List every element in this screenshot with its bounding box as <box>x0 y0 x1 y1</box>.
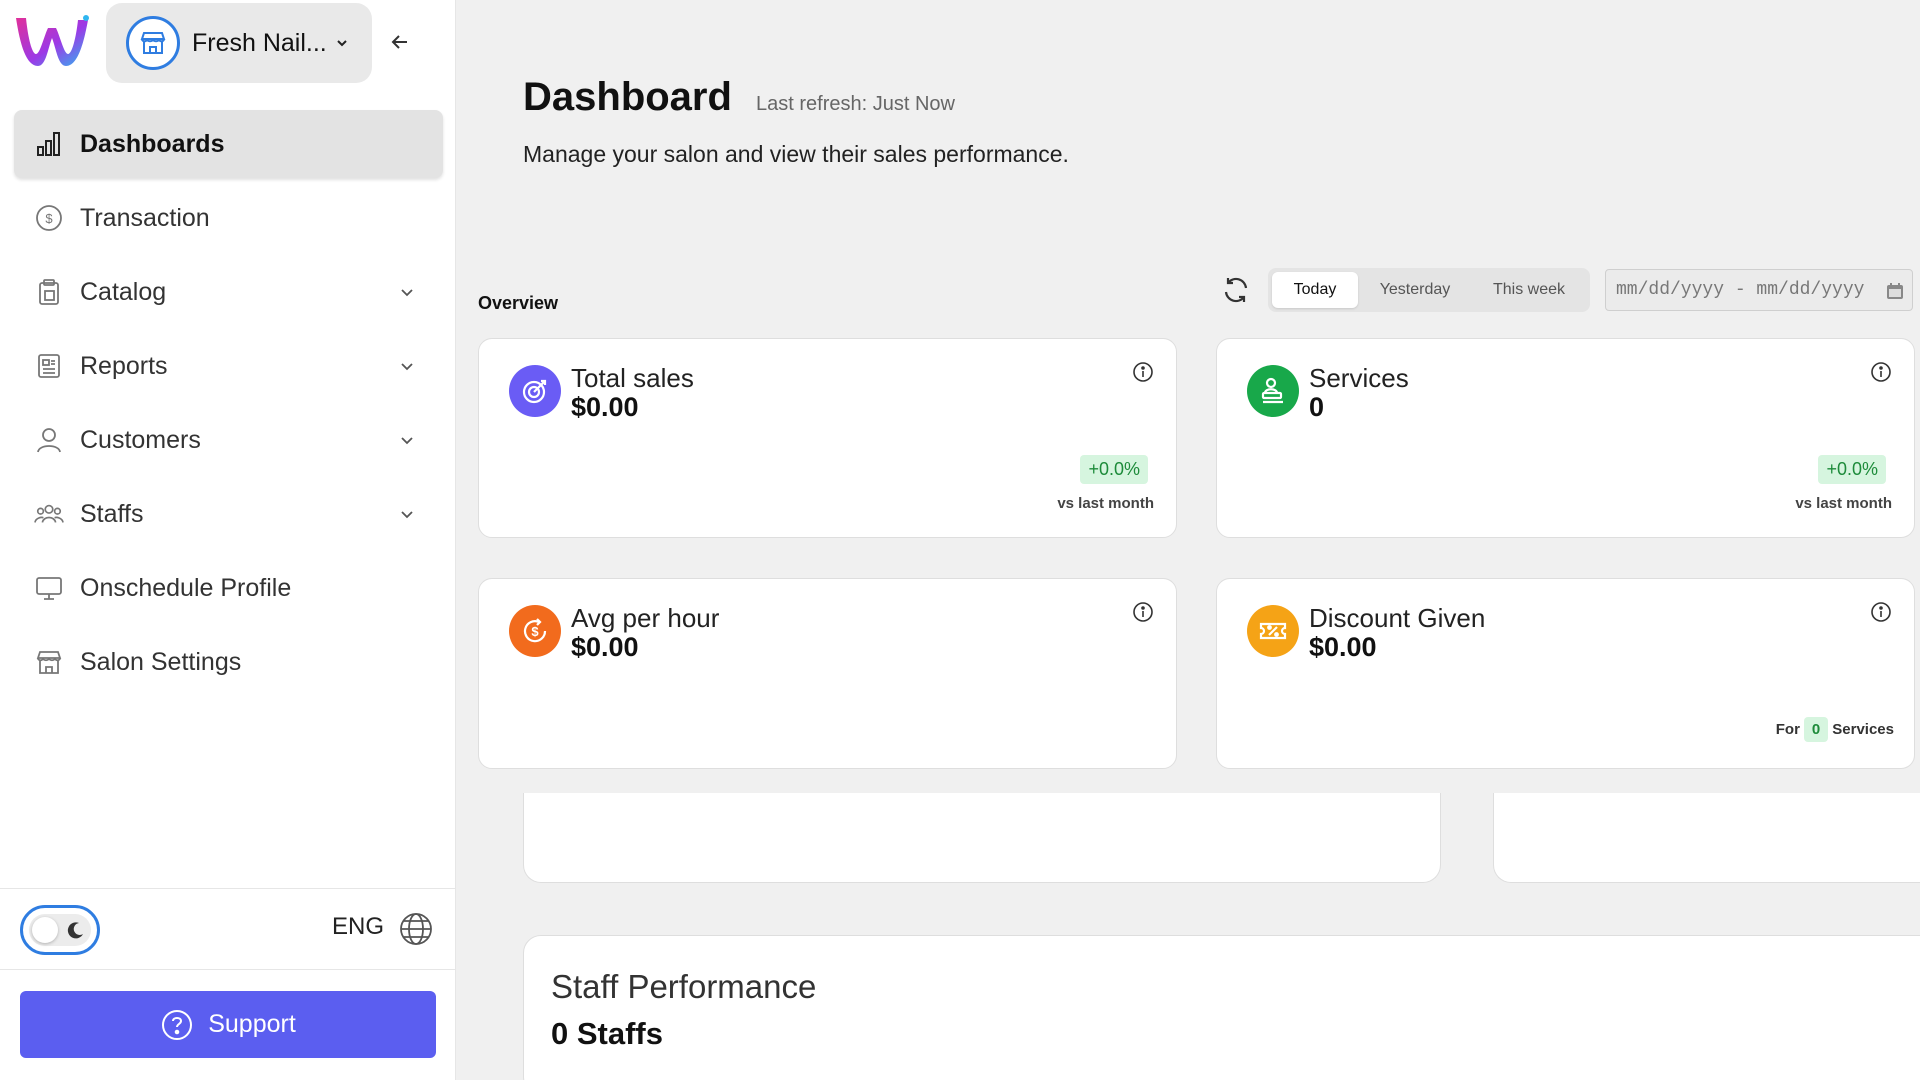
tab-this-week[interactable]: This week <box>1472 272 1586 308</box>
collapse-sidebar-button[interactable] <box>386 28 414 56</box>
card-value: 0 <box>1309 392 1325 422</box>
store-icon <box>34 647 64 677</box>
refresh-icon[interactable] <box>1220 274 1252 306</box>
document-icon <box>34 351 64 381</box>
card-value: $0.00 <box>571 632 639 662</box>
card-value: $0.00 <box>1309 632 1377 662</box>
sidebar-item-onschedule-profile[interactable]: Onschedule Profile <box>14 554 443 622</box>
sidebar: Fresh Nail... Dashboards $ Transaction C… <box>0 0 456 1080</box>
sidebar-item-dashboards[interactable]: Dashboards <box>14 110 443 178</box>
theme-toggle[interactable] <box>20 905 100 955</box>
comparison-label: vs last month <box>1057 495 1154 512</box>
chevron-down-icon <box>337 40 347 47</box>
arrow-left-icon <box>391 35 407 49</box>
card-title: Total sales <box>571 363 694 393</box>
store-icon <box>126 16 180 70</box>
staff-performance-panel: Staff Performance 0 Staffs <box>523 935 1920 1080</box>
card-value: $0.00 <box>571 392 639 422</box>
total-sales-card: Total sales $0.00 +0.0% vs last month <box>478 338 1177 538</box>
clipboard-icon <box>34 277 64 307</box>
svg-text:$: $ <box>45 211 53 226</box>
discount-card: Discount Given $0.00 For 0 Services <box>1216 578 1915 769</box>
sidebar-item-catalog[interactable]: Catalog <box>14 258 443 326</box>
info-icon[interactable] <box>1132 601 1154 623</box>
change-badge: +0.0% <box>1818 455 1886 484</box>
help-circle-icon <box>162 1009 193 1040</box>
sidebar-item-customers[interactable]: Customers <box>14 406 443 474</box>
sidebar-item-transaction[interactable]: $ Transaction <box>14 184 443 252</box>
chevron-down-icon <box>401 511 413 519</box>
date-range-placeholder: mm/dd/yyyy - mm/dd/yyyy <box>1616 280 1865 300</box>
sidebar-nav: Dashboards $ Transaction Catalog Reports <box>14 110 443 702</box>
last-refresh-text: Last refresh: Just Now <box>756 93 955 115</box>
sidebar-item-salon-settings[interactable]: Salon Settings <box>14 628 443 696</box>
chevron-down-icon <box>401 437 413 445</box>
sidebar-item-reports[interactable]: Reports <box>14 332 443 400</box>
date-range-input[interactable]: mm/dd/yyyy - mm/dd/yyyy <box>1605 269 1913 311</box>
card-title: Discount Given <box>1309 603 1486 633</box>
info-icon[interactable] <box>1870 601 1892 623</box>
target-icon <box>509 365 561 417</box>
users-group-icon <box>34 499 64 529</box>
service-desk-icon <box>1247 365 1299 417</box>
chart-panel-right <box>1493 793 1920 883</box>
bar-chart-icon <box>34 129 64 159</box>
store-name: Fresh Nail... <box>192 28 327 57</box>
tab-today[interactable]: Today <box>1272 272 1358 308</box>
svg-text:$: $ <box>531 624 539 639</box>
user-icon <box>34 425 64 455</box>
change-badge: +0.0% <box>1080 455 1148 484</box>
avg-per-hour-card: $ Avg per hour $0.00 <box>478 578 1177 769</box>
chart-panel-left <box>523 793 1441 883</box>
dollar-refresh-icon: $ <box>509 605 561 657</box>
dollar-circle-icon: $ <box>34 203 64 233</box>
date-range-tabs: Today Yesterday This week <box>1268 268 1590 312</box>
overview-label: Overview <box>478 293 559 313</box>
monitor-icon <box>34 573 64 603</box>
services-count-badge: 0 <box>1803 717 1829 742</box>
staff-performance-title: Staff Performance <box>551 968 817 1005</box>
sidebar-footer: ENG <box>0 888 456 970</box>
store-selector[interactable]: Fresh Nail... <box>106 3 372 83</box>
globe-icon[interactable] <box>398 911 434 947</box>
page-title: Dashboard <box>523 75 732 119</box>
card-title: Services <box>1309 363 1409 393</box>
comparison-label: vs last month <box>1795 495 1892 512</box>
toggle-knob <box>32 917 58 943</box>
support-button[interactable]: Support <box>20 991 436 1058</box>
sidebar-item-staffs[interactable]: Staffs <box>14 480 443 548</box>
language-label[interactable]: ENG <box>332 913 384 941</box>
ticket-discount-icon <box>1247 605 1299 657</box>
app-logo[interactable] <box>12 14 92 74</box>
chevron-down-icon <box>401 363 413 371</box>
page-subtitle: Manage your salon and view their sales p… <box>523 141 1069 167</box>
staff-count: 0 Staffs <box>551 1016 663 1051</box>
calendar-icon[interactable] <box>1886 282 1904 300</box>
services-card: Services 0 +0.0% vs last month <box>1216 338 1915 538</box>
tab-yesterday[interactable]: Yesterday <box>1358 272 1472 308</box>
discount-services-line: For 0 Services <box>1776 717 1894 742</box>
moon-icon <box>67 922 83 939</box>
chevron-down-icon <box>401 289 413 297</box>
info-icon[interactable] <box>1132 361 1154 383</box>
info-icon[interactable] <box>1870 361 1892 383</box>
card-title: Avg per hour <box>571 603 720 633</box>
